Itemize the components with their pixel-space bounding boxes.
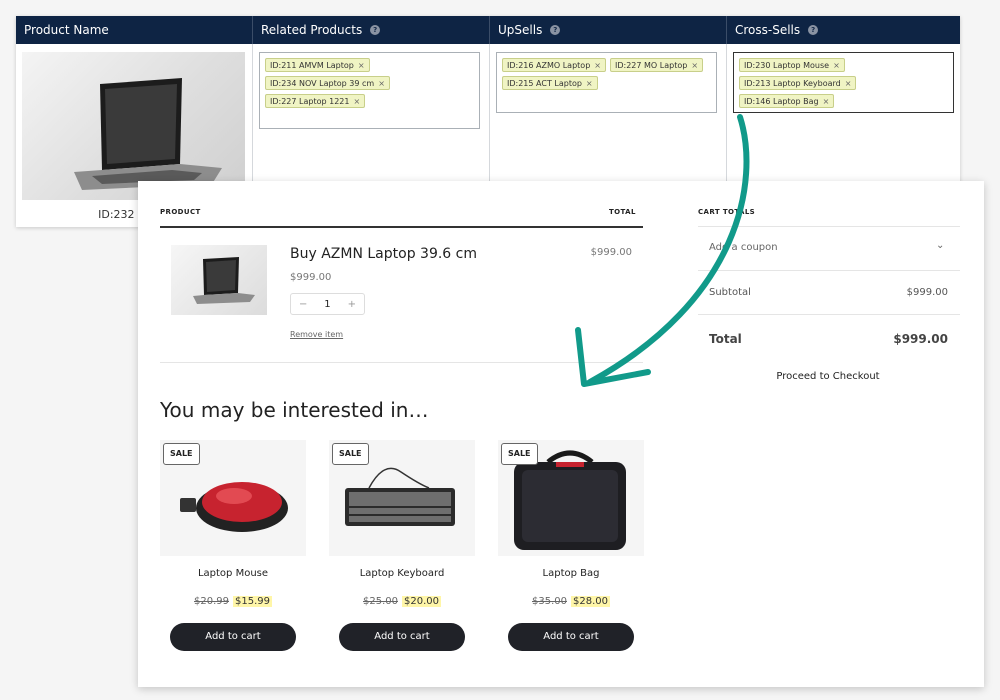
decrease-qty-button[interactable]: − <box>291 299 315 310</box>
cross-sells-select[interactable]: ID:230 Laptop Mouse × ID:213 Laptop Keybo… <box>733 52 954 113</box>
product-price: $25.00 $20.00 <box>329 596 475 607</box>
tag-upsell-216: ID:216 AZMO Laptop × <box>502 58 606 72</box>
remove-tag-icon[interactable]: × <box>586 79 593 88</box>
tag-cross-sell-230: ID:230 Laptop Mouse × <box>739 58 845 72</box>
product-image[interactable]: SALE <box>329 440 475 556</box>
chevron-down-icon[interactable]: ⌄ <box>936 240 944 251</box>
cross-sells-heading: You may be interested in… <box>160 398 429 422</box>
old-price: $25.00 <box>363 596 398 607</box>
remove-tag-icon[interactable]: × <box>378 79 385 88</box>
remove-tag-icon[interactable]: × <box>845 79 852 88</box>
col-product-heading: PRODUCT <box>160 208 201 216</box>
cart-item-price: $999.00 <box>290 272 332 283</box>
tag-cross-sell-213: ID:213 Laptop Keyboard × <box>739 76 857 90</box>
divider <box>698 270 960 271</box>
product-image[interactable]: SALE <box>160 440 306 556</box>
tag-related-227: ID:227 Laptop 1221 × <box>265 94 366 108</box>
help-icon[interactable]: ? <box>808 25 819 35</box>
header-cross-sells: Cross-Sells? <box>727 16 960 44</box>
help-icon[interactable]: ? <box>550 25 561 35</box>
sale-price: $15.99 <box>233 596 272 607</box>
col-total-heading: TOTAL <box>609 208 636 216</box>
quantity-input[interactable]: 1 <box>315 299 339 310</box>
add-to-cart-button[interactable]: Add to cart <box>339 623 465 651</box>
product-name[interactable]: Laptop Keyboard <box>329 568 475 579</box>
laptop-thumbnail-illustration <box>193 257 255 304</box>
header-product-name: Product Name <box>16 16 253 44</box>
divider <box>698 314 960 315</box>
add-to-cart-button[interactable]: Add to cart <box>170 623 296 651</box>
table-header: Product Name Related Products? UpSells? … <box>16 16 960 44</box>
subtotal-value: $999.00 <box>906 287 948 298</box>
cart-item-thumbnail[interactable] <box>171 245 267 315</box>
upsells-select[interactable]: ID:216 AZMO Laptop × ID:227 MO Laptop × ID… <box>496 52 717 113</box>
add-coupon-toggle[interactable]: Add a coupon <box>709 242 778 253</box>
subtotal-label: Subtotal <box>709 287 751 298</box>
tag-cross-sell-146: ID:146 Laptop Bag × <box>739 94 835 108</box>
product-image[interactable]: SALE <box>498 440 644 556</box>
remove-tag-icon[interactable]: × <box>691 61 698 70</box>
proceed-to-checkout-button[interactable]: Proceed to Checkout <box>748 371 908 382</box>
help-icon[interactable]: ? <box>370 25 381 35</box>
tag-upsell-227: ID:227 MO Laptop × <box>609 58 704 72</box>
sale-price: $20.00 <box>402 596 441 607</box>
cart-totals-heading: CART TOTALS <box>698 208 756 216</box>
sale-badge: SALE <box>332 443 369 465</box>
laptop-illustration <box>74 78 222 190</box>
tag-upsell-215: ID:215 ACT Laptop × <box>502 76 598 90</box>
remove-tag-icon[interactable]: × <box>353 97 360 106</box>
remove-item-link[interactable]: Remove item <box>290 330 343 339</box>
divider <box>698 226 960 227</box>
header-upsells: UpSells? <box>490 16 727 44</box>
add-to-cart-button[interactable]: Add to cart <box>508 623 634 651</box>
tag-related-234: ID:234 NOV Laptop 39 cm × <box>265 76 390 90</box>
divider <box>160 362 643 363</box>
total-value: $999.00 <box>893 332 948 346</box>
old-price: $35.00 <box>532 596 567 607</box>
cart-page: PRODUCT TOTAL Buy AZMN Laptop 39.6 cm $9… <box>138 181 984 687</box>
tag-related-211: ID:211 AMVM Laptop × <box>265 58 370 72</box>
quantity-stepper: − 1 + <box>290 293 365 315</box>
cart-item-name[interactable]: Buy AZMN Laptop 39.6 cm <box>290 246 477 262</box>
sale-badge: SALE <box>163 443 200 465</box>
divider <box>160 226 643 228</box>
total-label: Total <box>709 332 742 346</box>
laptop-image <box>22 52 245 200</box>
increase-qty-button[interactable]: + <box>340 299 364 310</box>
sale-badge: SALE <box>501 443 538 465</box>
old-price: $20.99 <box>194 596 229 607</box>
remove-tag-icon[interactable]: × <box>358 61 365 70</box>
product-name[interactable]: Laptop Bag <box>498 568 644 579</box>
product-name[interactable]: Laptop Mouse <box>160 568 306 579</box>
header-related-products: Related Products? <box>253 16 490 44</box>
sale-price: $28.00 <box>571 596 610 607</box>
product-price: $20.99 $15.99 <box>160 596 306 607</box>
related-products-select[interactable]: ID:211 AMVM Laptop × ID:234 NOV Laptop 39… <box>259 52 480 129</box>
remove-tag-icon[interactable]: × <box>833 61 840 70</box>
remove-tag-icon[interactable]: × <box>823 97 830 106</box>
cart-item-line-total: $999.00 <box>590 247 632 258</box>
remove-tag-icon[interactable]: × <box>594 61 601 70</box>
product-price: $35.00 $28.00 <box>498 596 644 607</box>
